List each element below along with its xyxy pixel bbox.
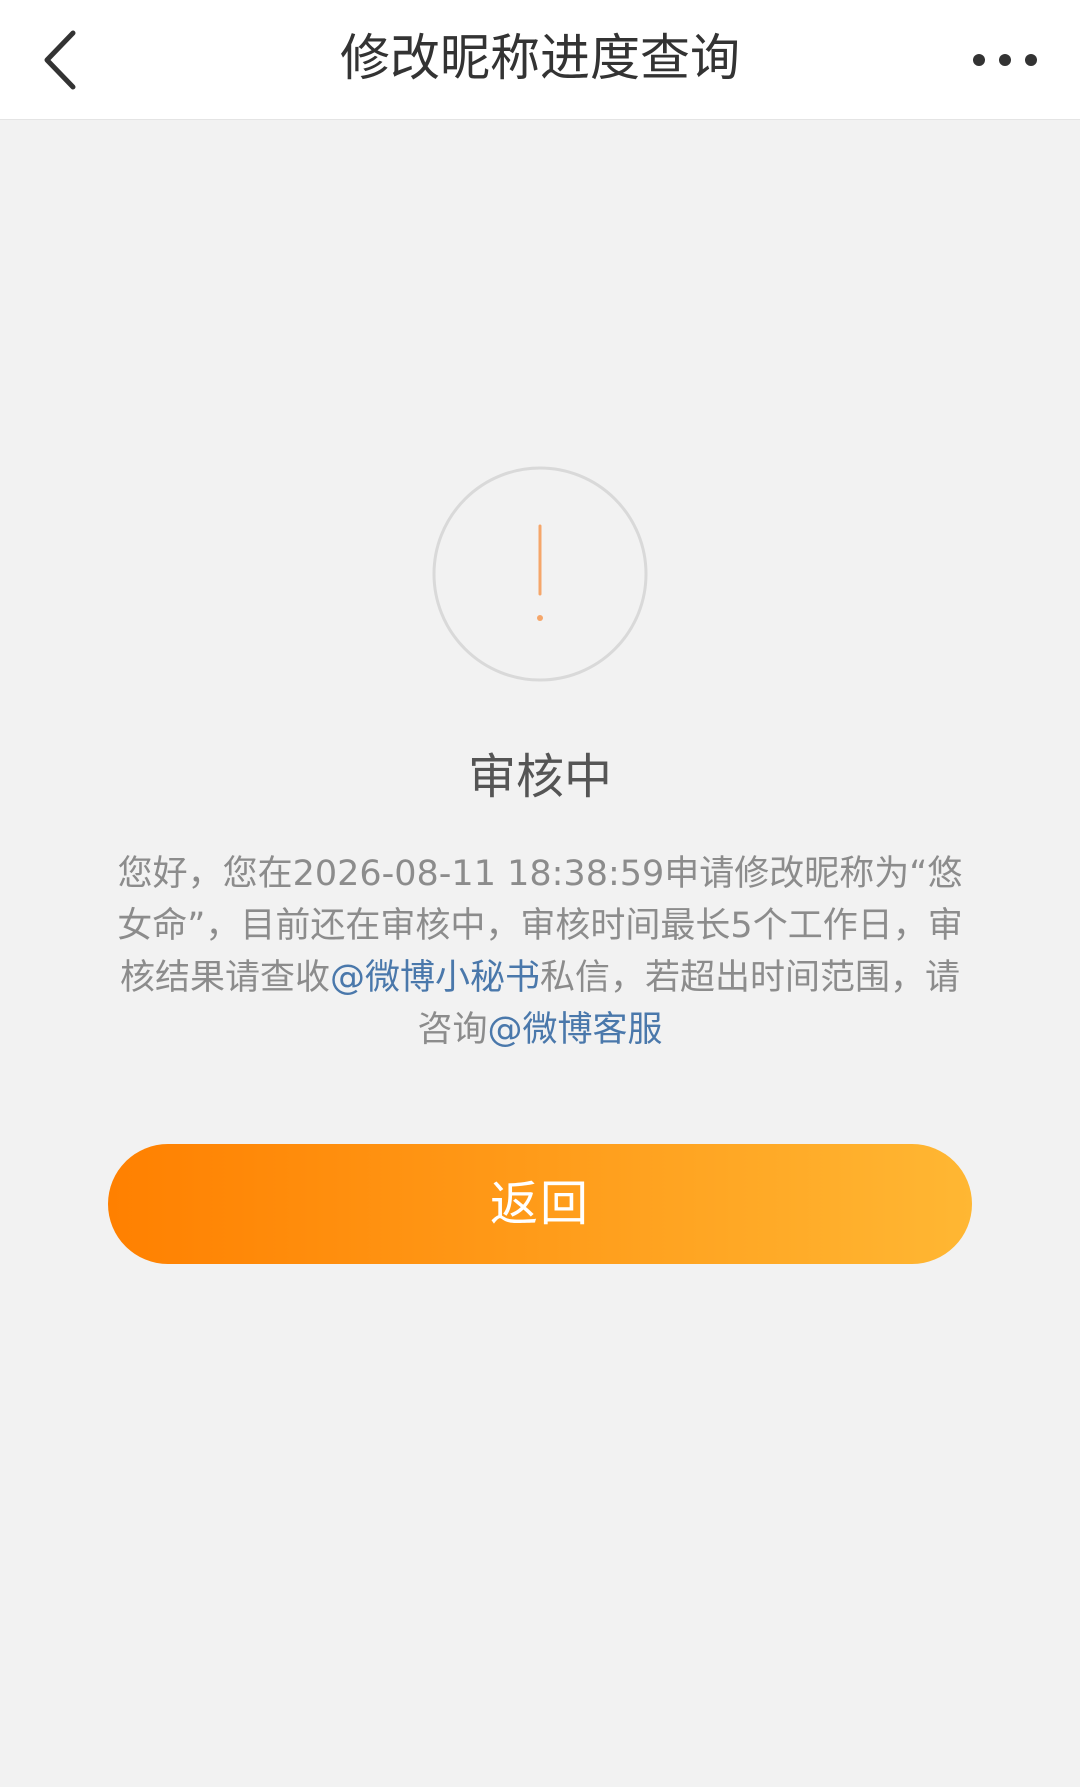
more-options-button[interactable] xyxy=(960,20,1050,100)
page-title: 修改昵称进度查询 xyxy=(340,29,740,87)
chevron-left-icon xyxy=(44,30,76,90)
top-nav-bar: 修改昵称进度查询 xyxy=(0,0,1080,120)
status-message: 您好，您在2026-08-11 18:38:59申请修改昵称为“悠女命”，目前还… xyxy=(105,848,975,1056)
more-dots-icon xyxy=(973,54,1037,66)
exclamation-circle-icon xyxy=(432,466,648,682)
weibo-customer-service-link[interactable]: @微博客服 xyxy=(488,1010,663,1050)
status-title: 审核中 xyxy=(467,749,612,805)
back-button[interactable] xyxy=(22,20,102,100)
weibo-secretary-link[interactable]: @微博小秘书 xyxy=(330,958,540,998)
return-button[interactable]: 返回 xyxy=(108,1144,972,1264)
